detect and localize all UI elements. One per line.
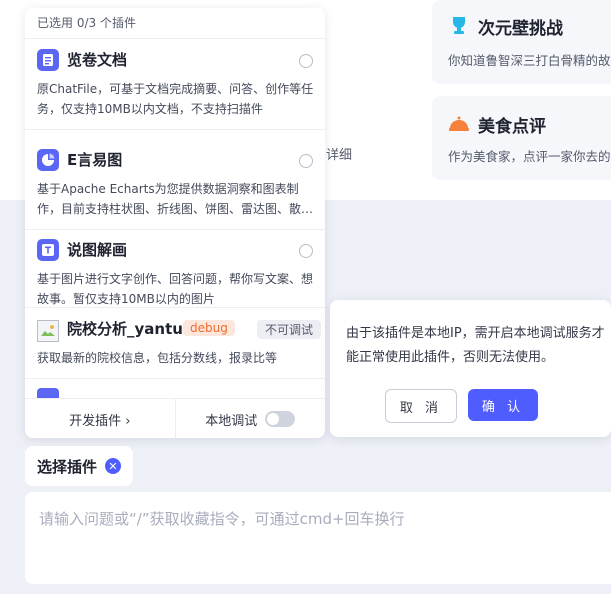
local-debug-label: 本地调试 <box>205 413 258 429</box>
local-debug-toggle[interactable] <box>265 411 296 427</box>
plugin-name: E言易图 <box>67 151 123 169</box>
trophy-icon <box>453 17 465 34</box>
food-cover-icon <box>449 116 469 131</box>
plugin-panel: 已选用 0/3 个插件 览卷文档 原ChatFile，可基于文档完成摘要、问答、… <box>25 8 325 438</box>
bg-card-food[interactable]: 美食点评 作为美食家，点评一家你去的 <box>432 96 611 180</box>
plugin-item[interactable]: 院校分析_yantu debug 不可调试 获取最新的院校信息，包括分数线，报录… <box>25 308 325 379</box>
plugin-select-radio[interactable] <box>299 54 313 68</box>
plugin-item[interactable]: 览卷文档 原ChatFile，可基于文档完成摘要、问答、创作等任务，仅支持10M… <box>25 39 325 130</box>
plugin-desc: 基于图片进行文字创作、回答问题，帮你写文案、想故事。暂仅支持10MB以内的图片 <box>37 272 314 306</box>
plugin-name: 览卷文档 <box>67 51 128 69</box>
dev-plugin-label: 开发插件 › <box>69 413 131 429</box>
confirm-button[interactable]: 确 认 <box>468 389 538 421</box>
plugin-item-partial <box>37 388 59 398</box>
plugin-panel-header: 已选用 0/3 个插件 <box>25 8 325 39</box>
plugin-desc: 获取最新的院校信息，包括分数线，报录比等 <box>37 351 278 365</box>
cancel-button[interactable]: 取 消 <box>385 389 457 423</box>
confirm-popup: 由于该插件是本地IP，需开启本地调试服务才能正常使用此插件，否则无法使用。 取 … <box>330 300 611 437</box>
select-plugin-chip[interactable]: 选择插件 ✕ <box>25 446 134 486</box>
bg-card-title: 次元壁挑战 <box>478 19 563 39</box>
plugin-panel-footer: 开发插件 › 本地调试 <box>25 398 325 438</box>
not-debuggable-badge: 不可调试 <box>257 320 322 339</box>
chip-label: 选择插件 <box>37 457 98 476</box>
plugin-name: 说图解画 <box>67 241 128 259</box>
plugin-desc: 基于Apache Echarts为您提供数据洞察和图表制作，目前支持柱状图、折线… <box>37 182 314 216</box>
bg-card-desc: 你知道鲁智深三打白骨精的故 <box>448 53 611 68</box>
pie-chart-icon <box>37 149 59 171</box>
bg-card-desc: 作为美食家，点评一家你去的 <box>448 149 611 164</box>
plugin-name: 院校分析_yantu <box>67 320 183 338</box>
bg-card-challenge[interactable]: 次元壁挑战 你知道鲁智深三打白骨精的故 <box>432 0 611 84</box>
plugin-desc: 原ChatFile，可基于文档完成摘要、问答、创作等任务，仅支持10MB以内文档… <box>37 82 314 116</box>
bg-card-title: 美食点评 <box>478 117 546 137</box>
popup-message: 由于该插件是本地IP，需开启本地调试服务才能正常使用此插件，否则无法使用。 <box>346 326 605 365</box>
debug-badge: debug <box>183 320 235 336</box>
plugin-select-radio[interactable] <box>299 154 313 168</box>
prompt-input[interactable] <box>37 506 601 570</box>
local-debug-control: 本地调试 <box>176 399 326 438</box>
prompt-input-box <box>25 492 611 584</box>
bg-partial-text: 详细 <box>326 148 353 163</box>
plugin-select-radio[interactable] <box>299 244 313 258</box>
plugin-item[interactable]: E言易图 基于Apache Echarts为您提供数据洞察和图表制作，目前支持柱… <box>25 139 325 230</box>
dev-plugin-button[interactable]: 开发插件 › <box>25 399 176 438</box>
close-icon[interactable]: ✕ <box>105 458 122 474</box>
document-icon <box>37 49 59 71</box>
broken-image-icon <box>37 320 59 342</box>
image-text-icon <box>37 239 59 261</box>
plugin-item[interactable]: 说图解画 基于图片进行文字创作、回答问题，帮你写文案、想故事。暂仅支持10MB以… <box>25 229 325 308</box>
